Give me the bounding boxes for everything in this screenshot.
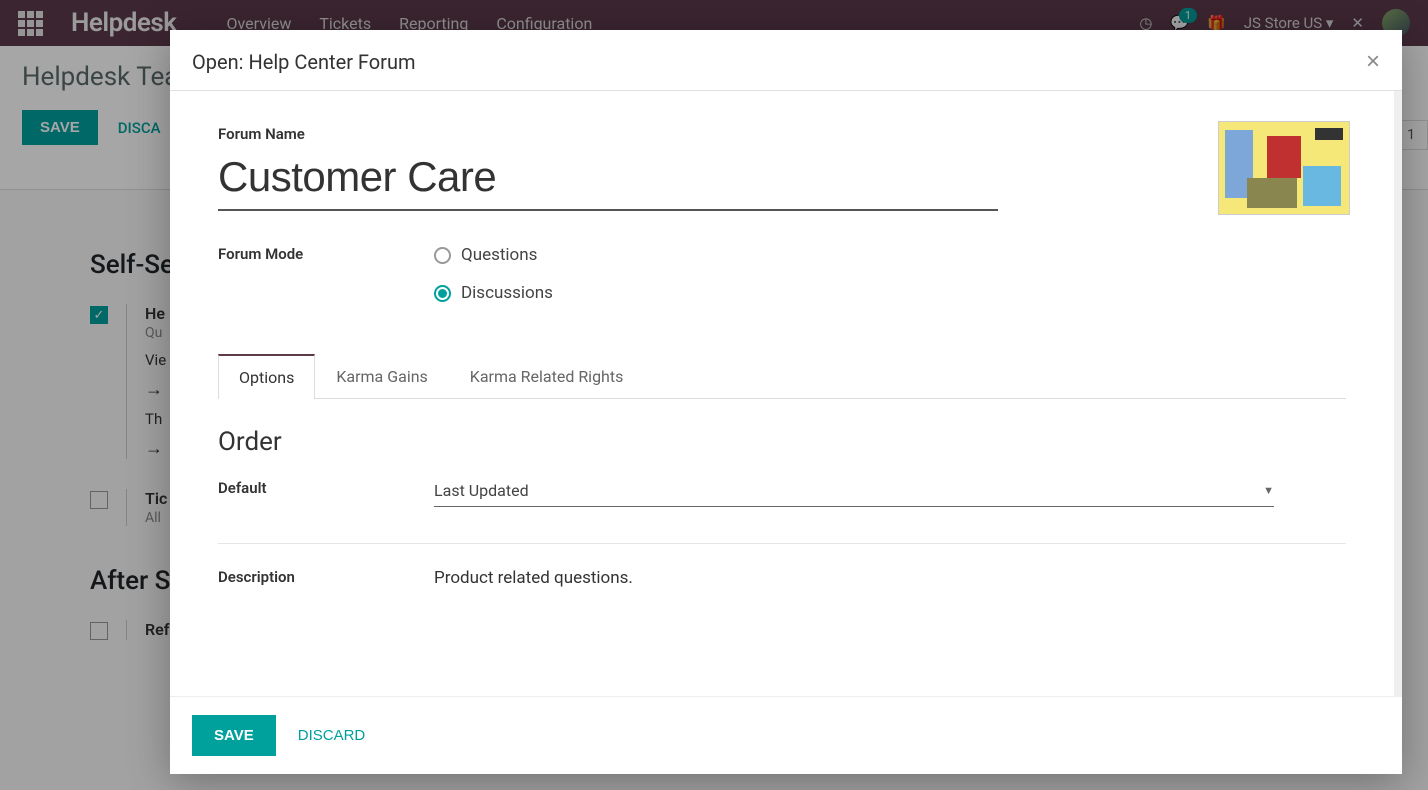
- chevron-down-icon: ▼: [1263, 484, 1274, 497]
- radio-questions[interactable]: Questions: [434, 245, 553, 265]
- modal-help-center-forum: Open: Help Center Forum × Forum Name For…: [170, 30, 1402, 774]
- modal-title: Open: Help Center Forum: [192, 50, 416, 74]
- default-order-select[interactable]: Last Updated ▼: [434, 475, 1274, 507]
- tab-karma-gains[interactable]: Karma Gains: [315, 354, 448, 399]
- modal-save-button[interactable]: SAVE: [192, 715, 276, 756]
- description-label: Description: [218, 568, 434, 586]
- order-section-title: Order: [218, 427, 1346, 457]
- forum-name-input[interactable]: [218, 149, 998, 211]
- forum-image[interactable]: [1218, 121, 1350, 215]
- forum-name-label: Forum Name: [218, 125, 1346, 143]
- radio-discussions[interactable]: Discussions: [434, 283, 553, 303]
- description-text[interactable]: Product related questions.: [434, 568, 1346, 592]
- default-label: Default: [218, 479, 434, 497]
- forum-mode-label: Forum Mode: [218, 245, 434, 263]
- close-icon[interactable]: ×: [1366, 48, 1380, 76]
- tab-karma-rights[interactable]: Karma Related Rights: [449, 354, 645, 399]
- tab-options[interactable]: Options: [218, 354, 315, 399]
- modal-discard-button[interactable]: DISCARD: [298, 727, 366, 744]
